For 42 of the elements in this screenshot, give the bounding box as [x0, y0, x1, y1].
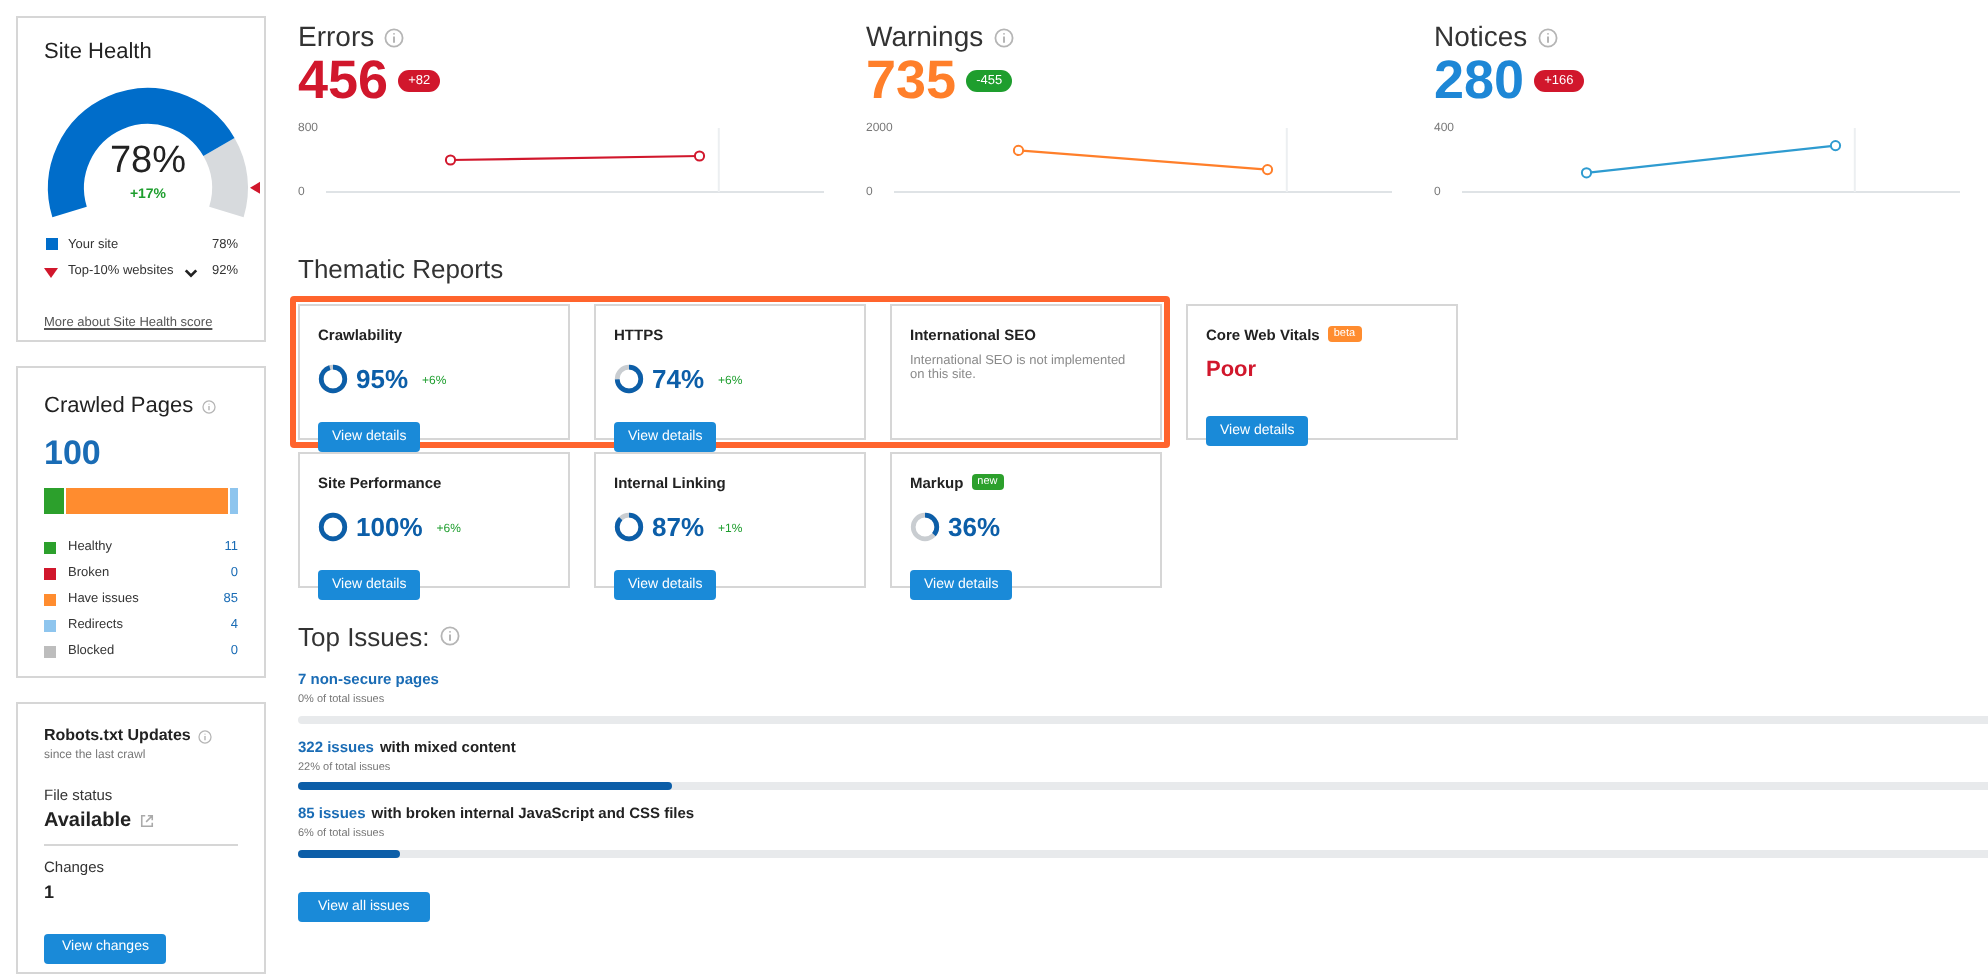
data-point [693, 150, 706, 162]
file-status: Available [44, 808, 132, 837]
section-title: Thematic Reports [298, 252, 506, 288]
card-title: Robots.txt Updates [44, 724, 191, 749]
info-icon[interactable] [384, 27, 405, 47]
card-title: Site Health [44, 38, 154, 68]
score-value: 36% [948, 509, 1001, 546]
status-value: Poor [1206, 355, 1259, 386]
info-icon[interactable] [198, 729, 213, 744]
score-value: 74% [652, 361, 705, 398]
metric-title: Notices [1434, 18, 1528, 56]
info-icon[interactable] [439, 626, 460, 647]
benchmark-marker [250, 180, 260, 193]
metric-title: Warnings [866, 18, 984, 56]
score-value: 95% [356, 361, 409, 398]
info-icon[interactable] [1537, 27, 1558, 47]
score-ring-icon [614, 512, 644, 542]
gauge-track [202, 137, 248, 216]
data-point [1261, 164, 1274, 176]
data-point [1012, 144, 1025, 156]
metric-value: 280 [1434, 54, 1525, 108]
score-ring-icon [910, 512, 940, 542]
metric-value: 456 [298, 54, 389, 108]
metric-title: Errors [298, 18, 375, 56]
data-point [1580, 167, 1593, 179]
external-link-icon[interactable] [139, 814, 154, 829]
changes-count: 1 [44, 879, 57, 906]
info-icon[interactable] [201, 399, 216, 414]
section-title: Top Issues: [298, 619, 430, 656]
metric-value: 735 [866, 54, 957, 108]
score-value: 87% [652, 509, 705, 546]
data-point [444, 154, 457, 166]
crawled-total: 100 [44, 435, 103, 469]
score-ring-icon [614, 364, 644, 394]
chevron-down-icon[interactable] [183, 267, 198, 278]
card-title: Crawled Pages [44, 392, 194, 422]
score-value: 100% [356, 509, 423, 546]
data-point [1829, 140, 1842, 152]
score-ring-icon [318, 512, 348, 542]
health-score: 78% [109, 141, 187, 179]
info-icon[interactable] [993, 27, 1014, 47]
score-ring-icon [318, 364, 348, 394]
